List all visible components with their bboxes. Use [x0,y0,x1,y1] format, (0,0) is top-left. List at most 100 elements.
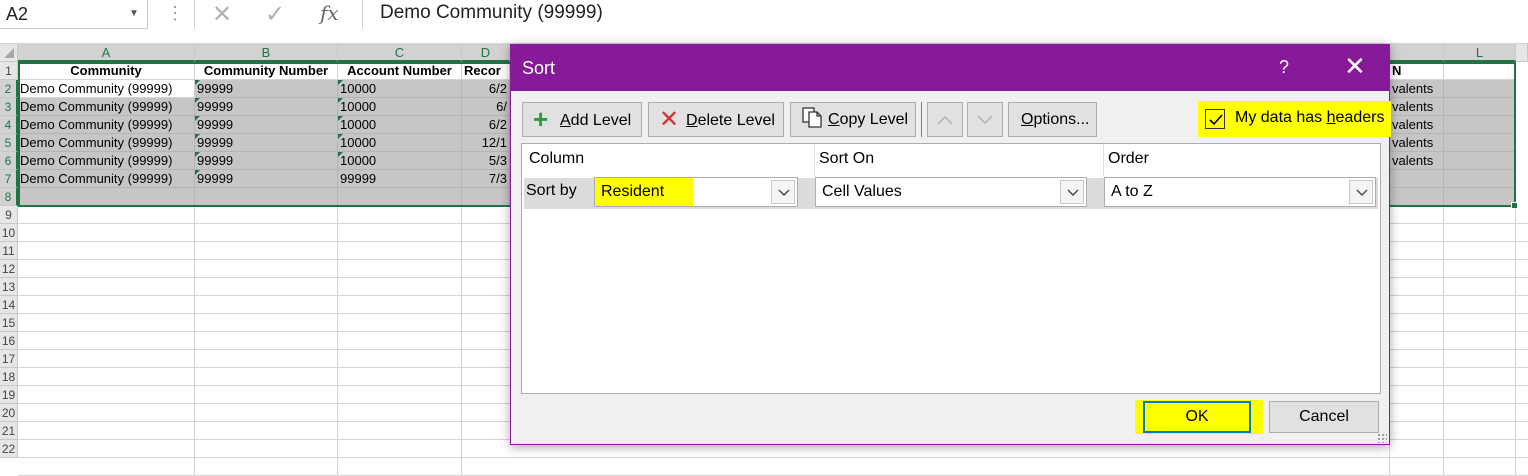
my-data-has-headers-label[interactable]: My data has headers [1235,109,1384,127]
name-box-dropdown-icon[interactable]: ▼ [129,8,139,19]
cancel-button[interactable]: Cancel [1269,401,1379,433]
move-down-button[interactable] [967,102,1003,137]
cell-c2[interactable]: 10000 [338,80,462,98]
cell-a5[interactable]: Demo Community (99999) [18,134,195,152]
column-header-k[interactable] [1390,44,1444,62]
delete-level-button[interactable]: ✕ Delete Level [648,102,784,137]
header-cell-n[interactable]: N [1390,62,1444,80]
resize-grip-icon[interactable] [1377,433,1387,443]
row-header-16[interactable]: 16 [0,332,18,350]
row-header-4[interactable]: 4 [0,116,18,134]
row-header-13[interactable]: 13 [0,278,18,296]
cell-b5[interactable]: 99999 [195,134,338,152]
move-up-button[interactable] [927,102,963,137]
row-header-17[interactable]: 17 [0,350,18,368]
sort-column-select[interactable]: Resident [594,177,798,207]
cell-l4[interactable] [1444,116,1516,134]
row-header-22[interactable]: 22 [0,440,18,458]
copy-level-button[interactable]: Copy Level [790,102,916,137]
cell-k6[interactable]: valents [1390,152,1444,170]
row-header-7[interactable]: 7 [0,170,18,188]
column-header-m[interactable] [1516,44,1528,62]
cell-l3[interactable] [1444,98,1516,116]
cell-l8[interactable] [1444,188,1516,206]
cell-c5[interactable]: 10000 [338,134,462,152]
row-header-2[interactable]: 2 [0,80,18,98]
row-header-1[interactable]: 1 [0,62,18,80]
cell-l2[interactable] [1444,80,1516,98]
row-header-3[interactable]: 3 [0,98,18,116]
formula-input[interactable]: Demo Community (99999) [380,2,603,24]
cell-l6[interactable] [1444,152,1516,170]
select-all-corner[interactable] [0,44,18,62]
cell-b2[interactable]: 99999 [195,80,338,98]
cell-l7[interactable] [1444,170,1516,188]
column-dropdown-button[interactable] [771,180,795,204]
dialog-titlebar[interactable]: Sort ? ✕ [511,45,1389,91]
cell-d7[interactable]: 7/3 [462,170,510,188]
cell-b8[interactable] [195,188,338,206]
cell-a3[interactable]: Demo Community (99999) [18,98,195,116]
cell-b7[interactable]: 99999 [195,170,338,188]
column-header-b[interactable]: B [195,44,338,62]
row-header-12[interactable]: 12 [0,260,18,278]
help-icon[interactable]: ? [1279,57,1289,78]
row-header-10[interactable]: 10 [0,224,18,242]
cell-a7[interactable]: Demo Community (99999) [18,170,195,188]
cell-c7[interactable]: 99999 [338,170,462,188]
cell-a2[interactable]: Demo Community (99999) [18,80,195,98]
cell-d8[interactable] [462,188,510,206]
enter-entry-icon[interactable]: ✓ [265,0,285,29]
ok-button[interactable]: OK [1143,401,1251,433]
cell-c4[interactable]: 10000 [338,116,462,134]
header-cell-account-number[interactable]: Account Number [338,62,462,80]
header-cell-community[interactable]: Community [18,62,195,80]
column-header-c[interactable]: C [338,44,462,62]
name-box[interactable]: A2 [0,0,148,29]
row-header-8[interactable]: 8 [0,188,18,206]
column-header-d[interactable]: D [462,44,510,62]
column-header-a[interactable]: A [18,44,195,62]
order-dropdown-button[interactable] [1349,180,1373,204]
column-header-l[interactable]: L [1444,44,1516,62]
row-header-9[interactable]: 9 [0,206,18,224]
cell-a6[interactable]: Demo Community (99999) [18,152,195,170]
cell-d4[interactable]: 6/2 [462,116,510,134]
cell-d2[interactable]: 6/2 [462,80,510,98]
cell-b6[interactable]: 99999 [195,152,338,170]
my-data-has-headers-checkbox[interactable] [1205,109,1225,129]
cell-c8[interactable] [338,188,462,206]
cell-k7[interactable] [1390,170,1444,188]
cell-b4[interactable]: 99999 [195,116,338,134]
add-level-button[interactable]: + Add Level [522,102,642,137]
cell-d5[interactable]: 12/1 [462,134,510,152]
options-button[interactable]: Options... [1008,102,1097,137]
row-header-18[interactable]: 18 [0,368,18,386]
cell-k2[interactable]: valents [1390,80,1444,98]
cell-a8[interactable] [18,188,195,206]
row-header-5[interactable]: 5 [0,134,18,152]
row-header-14[interactable]: 14 [0,296,18,314]
sort-levels-list[interactable]: Column Sort On Order Sort by Resident Ce… [521,143,1381,394]
cell-k3[interactable]: valents [1390,98,1444,116]
header-cell-record[interactable]: Recor [462,62,510,80]
cell-l5[interactable] [1444,134,1516,152]
cancel-entry-icon[interactable]: ✕ [212,0,232,29]
cell-k5[interactable]: valents [1390,134,1444,152]
row-header-21[interactable]: 21 [0,422,18,440]
cell-d3[interactable]: 6/ [462,98,510,116]
order-select[interactable]: A to Z [1104,177,1376,207]
cell-k4[interactable]: valents [1390,116,1444,134]
row-header-15[interactable]: 15 [0,314,18,332]
cell-c6[interactable]: 10000 [338,152,462,170]
fill-handle[interactable] [1511,202,1518,209]
cell-a4[interactable]: Demo Community (99999) [18,116,195,134]
sort-on-dropdown-button[interactable] [1060,180,1084,204]
cell-c3[interactable]: 10000 [338,98,462,116]
cell-k8[interactable] [1390,188,1444,206]
sort-on-select[interactable]: Cell Values [815,177,1087,207]
header-cell-l[interactable] [1444,62,1516,80]
cell-b3[interactable]: 99999 [195,98,338,116]
cell-d6[interactable]: 5/3 [462,152,510,170]
row-header-20[interactable]: 20 [0,404,18,422]
